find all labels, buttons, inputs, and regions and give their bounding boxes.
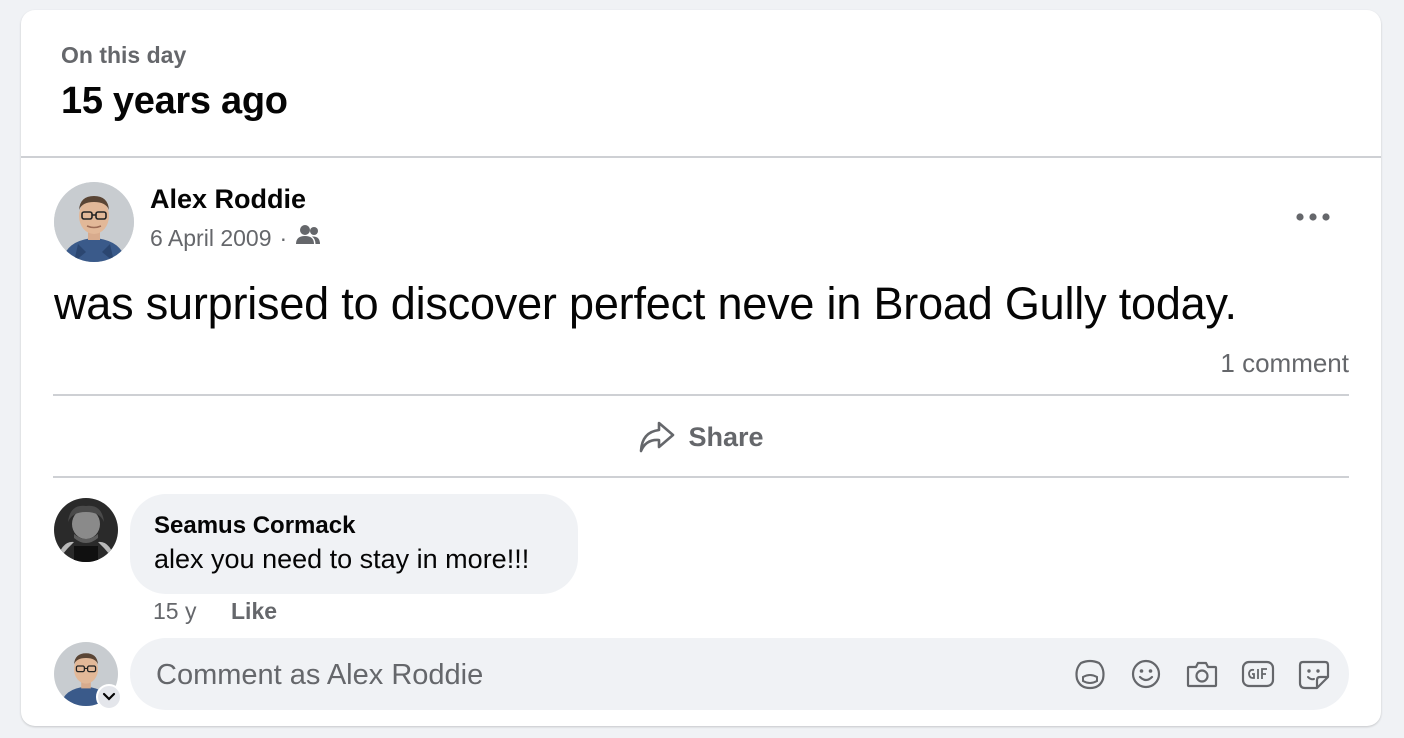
post-text: was surprised to discover perfect neve i… xyxy=(54,278,1237,329)
post-date[interactable]: 6 April 2009 xyxy=(150,225,271,252)
post-meta: 6 April 2009 · xyxy=(150,224,321,252)
more-options-button[interactable] xyxy=(1293,202,1333,232)
comment-text: alex you need to stay in more!!! xyxy=(154,544,530,574)
memory-kicker: On this day xyxy=(61,42,187,68)
memory-card: On this day 15 years ago Alex Roddie 6 A… xyxy=(21,10,1381,726)
memory-title: 15 years ago xyxy=(61,80,288,122)
share-button[interactable]: Share xyxy=(53,400,1349,474)
comment-author-name[interactable]: Seamus Cormack xyxy=(154,512,355,540)
comment-count-link[interactable]: 1 comment xyxy=(1220,348,1349,379)
post-author-name[interactable]: Alex Roddie xyxy=(150,184,306,215)
chevron-down-icon xyxy=(102,692,116,701)
author-avatar[interactable] xyxy=(54,182,134,262)
avatar-sticker-icon[interactable] xyxy=(1072,656,1108,692)
meta-separator: · xyxy=(279,224,288,251)
more-dots-icon xyxy=(1296,213,1330,221)
comment-like-button[interactable]: Like xyxy=(231,598,277,625)
comment-timestamp[interactable]: 15 y xyxy=(153,598,196,625)
sticker-icon[interactable] xyxy=(1296,656,1332,692)
commenter-avatar[interactable] xyxy=(54,498,118,562)
comment-composer xyxy=(130,638,1349,712)
friends-icon[interactable] xyxy=(295,224,321,252)
camera-icon[interactable] xyxy=(1184,656,1220,692)
share-arrow-icon xyxy=(640,421,675,453)
divider xyxy=(21,156,1381,158)
share-label: Share xyxy=(688,421,764,452)
emoji-icon[interactable] xyxy=(1128,656,1164,692)
gif-icon[interactable] xyxy=(1240,656,1276,692)
profile-switch-button[interactable] xyxy=(96,684,122,710)
comment-input[interactable] xyxy=(154,638,1058,712)
divider xyxy=(53,476,1349,478)
divider xyxy=(53,394,1349,396)
comment-bubble: Seamus Cormack alex you need to stay in … xyxy=(130,494,578,594)
